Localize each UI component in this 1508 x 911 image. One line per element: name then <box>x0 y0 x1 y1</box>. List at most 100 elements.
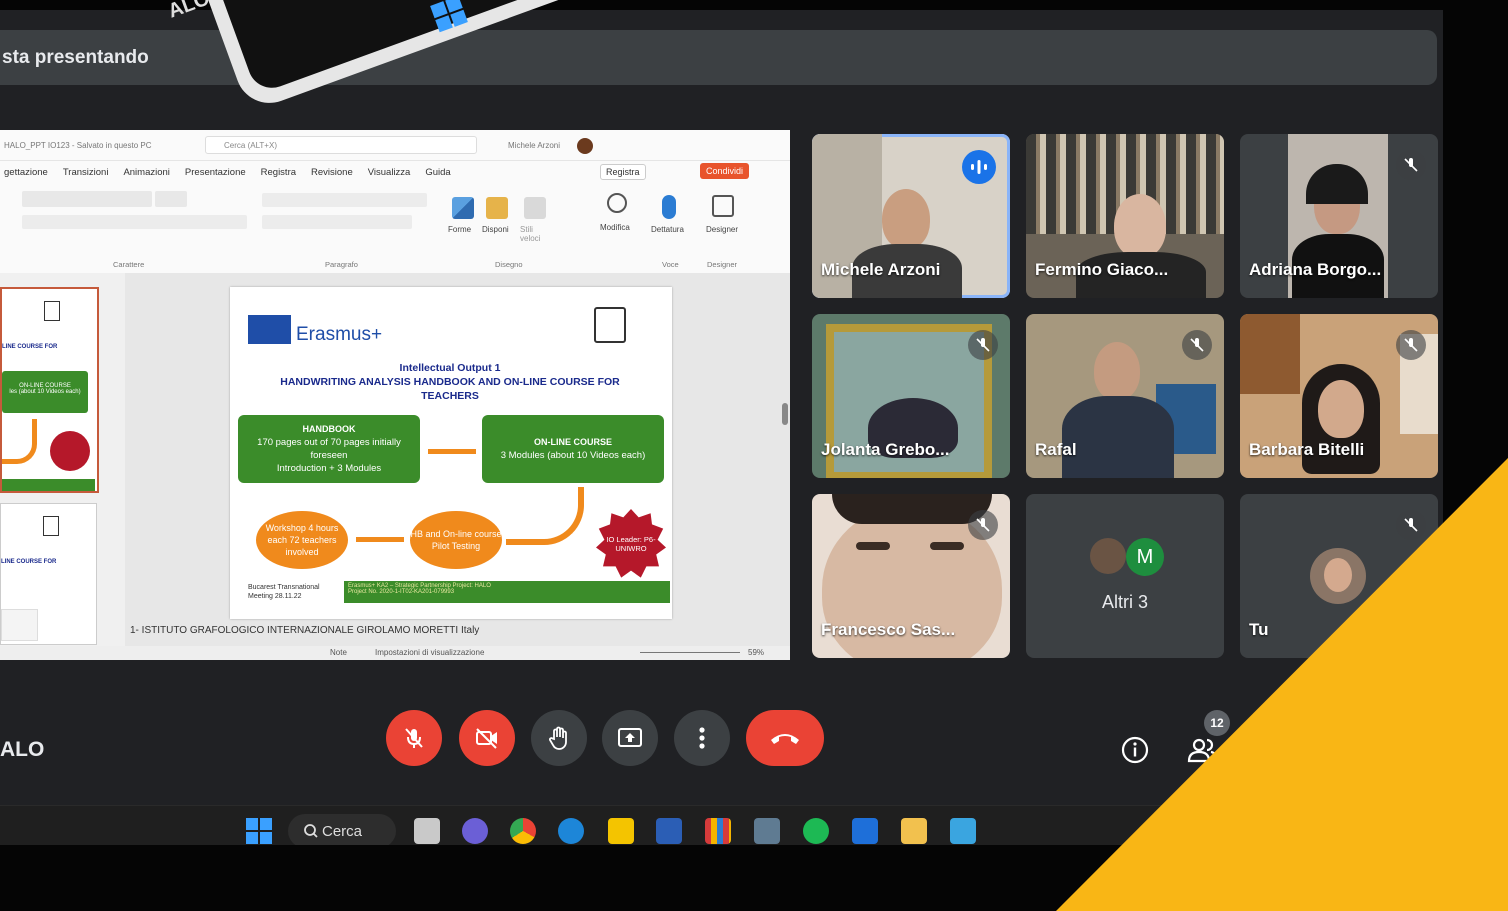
shapes-icon[interactable] <box>452 197 474 219</box>
tab-animazioni[interactable]: Animazioni <box>123 167 169 178</box>
more-options-button[interactable] <box>674 710 730 766</box>
edge-icon[interactable] <box>558 818 584 844</box>
doc-title: HALO_PPT IO123 - Salvato in questo PC <box>4 141 152 150</box>
quick-styles-icon[interactable] <box>524 197 546 219</box>
windows-start-icon[interactable] <box>246 818 272 844</box>
word-icon[interactable] <box>656 818 682 844</box>
edit-label: Modifica <box>600 223 630 232</box>
background-art <box>1240 314 1300 394</box>
microphone-icon[interactable] <box>662 195 676 219</box>
group-designer: Designer <box>707 260 738 269</box>
chrome-icon[interactable] <box>510 818 536 844</box>
thumb-footer <box>2 479 95 491</box>
quick-styles-label: Stili veloci <box>520 225 541 243</box>
participant-name: Rafal <box>1035 440 1077 459</box>
slide-canvas: Erasmus+ Intellectual Output 1 HANDWRITI… <box>125 273 790 660</box>
meeting-info-button[interactable] <box>1120 735 1150 765</box>
project-line-2: Project No. 2020-1-IT02-KA201-079993 <box>348 589 455 595</box>
ppt-search-box[interactable]: Cerca (ALT+X) <box>205 136 477 154</box>
tab-transizioni[interactable]: Transizioni <box>63 167 109 178</box>
meeting-name: ALO <box>0 738 45 761</box>
font-size-box[interactable] <box>155 191 187 207</box>
tab-progettazione[interactable]: gettazione <box>4 167 48 178</box>
record-button[interactable]: Registra <box>600 164 646 180</box>
handbook-modules: Introduction + 3 Modules <box>276 463 382 474</box>
calculator-icon[interactable] <box>754 818 780 844</box>
presenting-banner: sta presentando <box>0 30 1437 85</box>
taskbar-search[interactable]: Cerca <box>288 814 396 845</box>
tab-registra[interactable]: Registra <box>261 167 296 178</box>
tab-revisione[interactable]: Revisione <box>311 167 353 178</box>
arrange-icon[interactable] <box>486 197 508 219</box>
thumb-box-text: les (about 10 Videos each) <box>9 389 81 395</box>
participant-tile-jolanta[interactable]: Jolanta Grebo... <box>812 314 1010 478</box>
zoom-slider[interactable] <box>640 652 740 653</box>
winrar-icon[interactable] <box>705 818 731 844</box>
thumbnail-2[interactable]: LINE COURSE FOR <box>0 503 97 645</box>
mic-off-icon <box>968 510 998 540</box>
designer-icon[interactable] <box>712 195 734 217</box>
participant-name: Michele Arzoni <box>821 260 941 279</box>
thumb-seal <box>50 431 90 471</box>
handbook-title: HANDBOOK <box>302 424 356 434</box>
vertical-scrollbar[interactable] <box>782 403 788 425</box>
group-carattere: Carattere <box>113 260 145 269</box>
ppt-avatar <box>577 138 593 154</box>
participant-name: Jolanta Grebo... <box>821 440 950 459</box>
paragraph-row-1[interactable] <box>262 193 427 207</box>
font-format-row[interactable] <box>22 215 247 229</box>
ppt-statusbar: Note Impostazioni di visualizzazione 59% <box>0 646 790 660</box>
participant-tile-others[interactable]: M Altri 3 <box>1026 494 1224 658</box>
leave-call-button[interactable] <box>746 710 824 766</box>
notes-button[interactable]: Note <box>330 648 347 657</box>
tab-presentazione[interactable]: Presentazione <box>185 167 246 178</box>
zoom-level: 59% <box>748 648 765 657</box>
participant-tile-michele[interactable]: Michele Arzoni <box>812 134 1010 298</box>
participant-tile-barbara[interactable]: Barbara Bitelli <box>1240 314 1438 478</box>
participant-tile-adriana[interactable]: Adriana Borgo... <box>1240 134 1438 298</box>
tab-visualizza[interactable]: Visualizza <box>368 167 411 178</box>
participant-face <box>1318 380 1364 438</box>
slide-thumbnails: LINE COURSE FOR ON-LINE COURSE les (about… <box>0 273 125 660</box>
mic-off-icon <box>1396 510 1426 540</box>
font-name-box[interactable] <box>22 191 152 207</box>
mic-off-icon <box>968 330 998 360</box>
share-button[interactable]: Condividi <box>700 163 750 179</box>
participant-tile-fermino[interactable]: Fermino Giaco... <box>1026 134 1224 298</box>
dictation-label: Dettatura <box>651 225 684 234</box>
present-button[interactable] <box>602 710 658 766</box>
speaker-notes[interactable]: 1- ISTITUTO GRAFOLOGICO INTERNAZIONALE G… <box>130 625 479 636</box>
people-button[interactable] <box>1186 735 1219 765</box>
find-icon[interactable] <box>607 193 627 213</box>
avatar-face <box>1324 558 1352 592</box>
raise-hand-button[interactable] <box>531 710 587 766</box>
notepad-icon[interactable] <box>950 818 976 844</box>
participant-avatar <box>1090 538 1126 574</box>
task-view-icon[interactable] <box>414 818 440 844</box>
sticky-notes-icon[interactable] <box>608 818 634 844</box>
camera-toggle-button[interactable] <box>459 710 515 766</box>
spotify-icon[interactable] <box>803 818 829 844</box>
heading-line-2: HANDWRITING ANALYSIS HANDBOOK AND ON-LIN… <box>280 376 620 402</box>
thumbnail-1[interactable]: LINE COURSE FOR ON-LINE COURSE les (about… <box>0 287 99 493</box>
view-settings-button[interactable]: Impostazioni di visualizzazione <box>375 648 484 657</box>
tab-guida[interactable]: Guida <box>425 167 450 178</box>
ppt-ribbon: Carattere Paragrafo Disegno Voce Designe… <box>0 183 790 274</box>
participant-tile-francesco[interactable]: Francesco Sas... <box>812 494 1010 658</box>
online-course-box: ON-LINE COURSE 3 Modules (about 10 Video… <box>482 415 664 483</box>
mic-toggle-button[interactable] <box>386 710 442 766</box>
participant-tile-self[interactable]: Tu <box>1240 494 1438 658</box>
azure-icon[interactable] <box>852 818 878 844</box>
mic-off-icon <box>1396 150 1426 180</box>
pilot-testing-oval: HB and On-line course Pilot Testing <box>410 511 502 569</box>
speaking-indicator-icon <box>962 150 996 184</box>
paragraph-row-2[interactable] <box>262 215 412 229</box>
chat-icon[interactable] <box>462 818 488 844</box>
participant-tile-rafal[interactable]: Rafal <box>1026 314 1224 478</box>
search-icon <box>304 824 318 838</box>
group-voce: Voce <box>662 260 679 269</box>
file-explorer-icon[interactable] <box>901 818 927 844</box>
participant-name: Tu <box>1249 620 1269 639</box>
hang-up-icon <box>771 734 799 744</box>
meeting-footnote: Bucarest Transnational Meeting 28.11.22 <box>248 584 320 600</box>
